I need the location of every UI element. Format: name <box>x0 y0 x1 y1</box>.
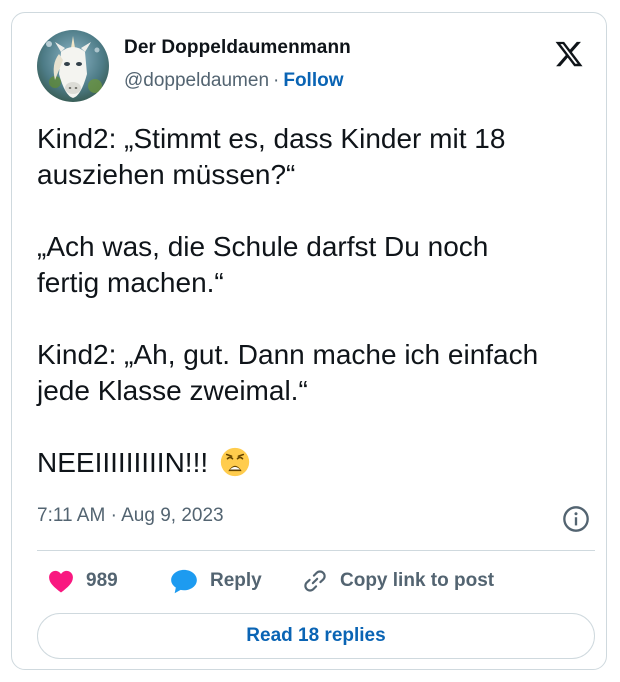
author-display-name[interactable]: Der Doppeldaumenmann <box>124 37 351 59</box>
tweet-paragraph: NEEIIIIIIIIIN!!! <box>37 445 587 481</box>
tweet-timestamp[interactable]: 7:11 AM · Aug 9, 2023 <box>37 505 224 527</box>
x-logo-icon[interactable] <box>554 39 584 69</box>
copy-link-label: Copy link to post <box>340 570 495 591</box>
tweet-line: ausziehen müssen?“ <box>37 159 296 190</box>
separator-dot: · <box>273 70 280 91</box>
tweet-line: jede Klasse zweimal.“ <box>37 375 308 406</box>
reply-label: Reply <box>210 570 262 591</box>
like-button[interactable]: 989 <box>48 566 118 596</box>
tweet-text: Kind2: „Stimmt es, dass Kinder mit 18 au… <box>37 121 587 481</box>
read-replies-button[interactable]: Read 18 replies <box>37 613 595 659</box>
tweet-card: Der Doppeldaumenmann @doppeldaumen · Follo… <box>11 12 607 670</box>
tweet-paragraph: „Ach was, die Schule darfst Du noch fert… <box>37 229 587 301</box>
tweet-line: „Ach was, die Schule darfst Du noch <box>37 231 489 262</box>
follow-link[interactable]: Follow <box>283 70 343 91</box>
author-handle-line: @doppeldaumen · Follow <box>124 70 344 92</box>
reply-bubble-icon <box>171 569 197 594</box>
heart-icon <box>49 570 73 593</box>
unicorn-avatar-icon <box>37 30 109 102</box>
reply-button[interactable]: Reply <box>170 566 262 596</box>
actions-divider <box>37 550 595 551</box>
tweet-line: Kind2: „Ah, gut. Dann mache ich einfach <box>37 339 539 370</box>
tweet-line: NEEIIIIIIIIIN!!! <box>37 447 209 478</box>
tweet-paragraph: Kind2: „Stimmt es, dass Kinder mit 18 au… <box>37 121 587 193</box>
copy-link-button[interactable]: Copy link to post <box>302 566 494 596</box>
weary-face-emoji-icon <box>220 447 250 477</box>
tweet-line: Kind2: „Stimmt es, dass Kinder mit 18 <box>37 123 506 154</box>
tweet-line: fertig machen.“ <box>37 267 224 298</box>
read-replies-label: Read 18 replies <box>246 625 386 646</box>
link-icon <box>304 570 326 592</box>
tweet-paragraph: Kind2: „Ah, gut. Dann mache ich einfach … <box>37 337 587 409</box>
author-handle[interactable]: @doppeldaumen <box>124 70 269 91</box>
like-count: 989 <box>86 570 118 591</box>
author-avatar[interactable] <box>37 30 109 102</box>
info-icon[interactable] <box>562 505 590 533</box>
